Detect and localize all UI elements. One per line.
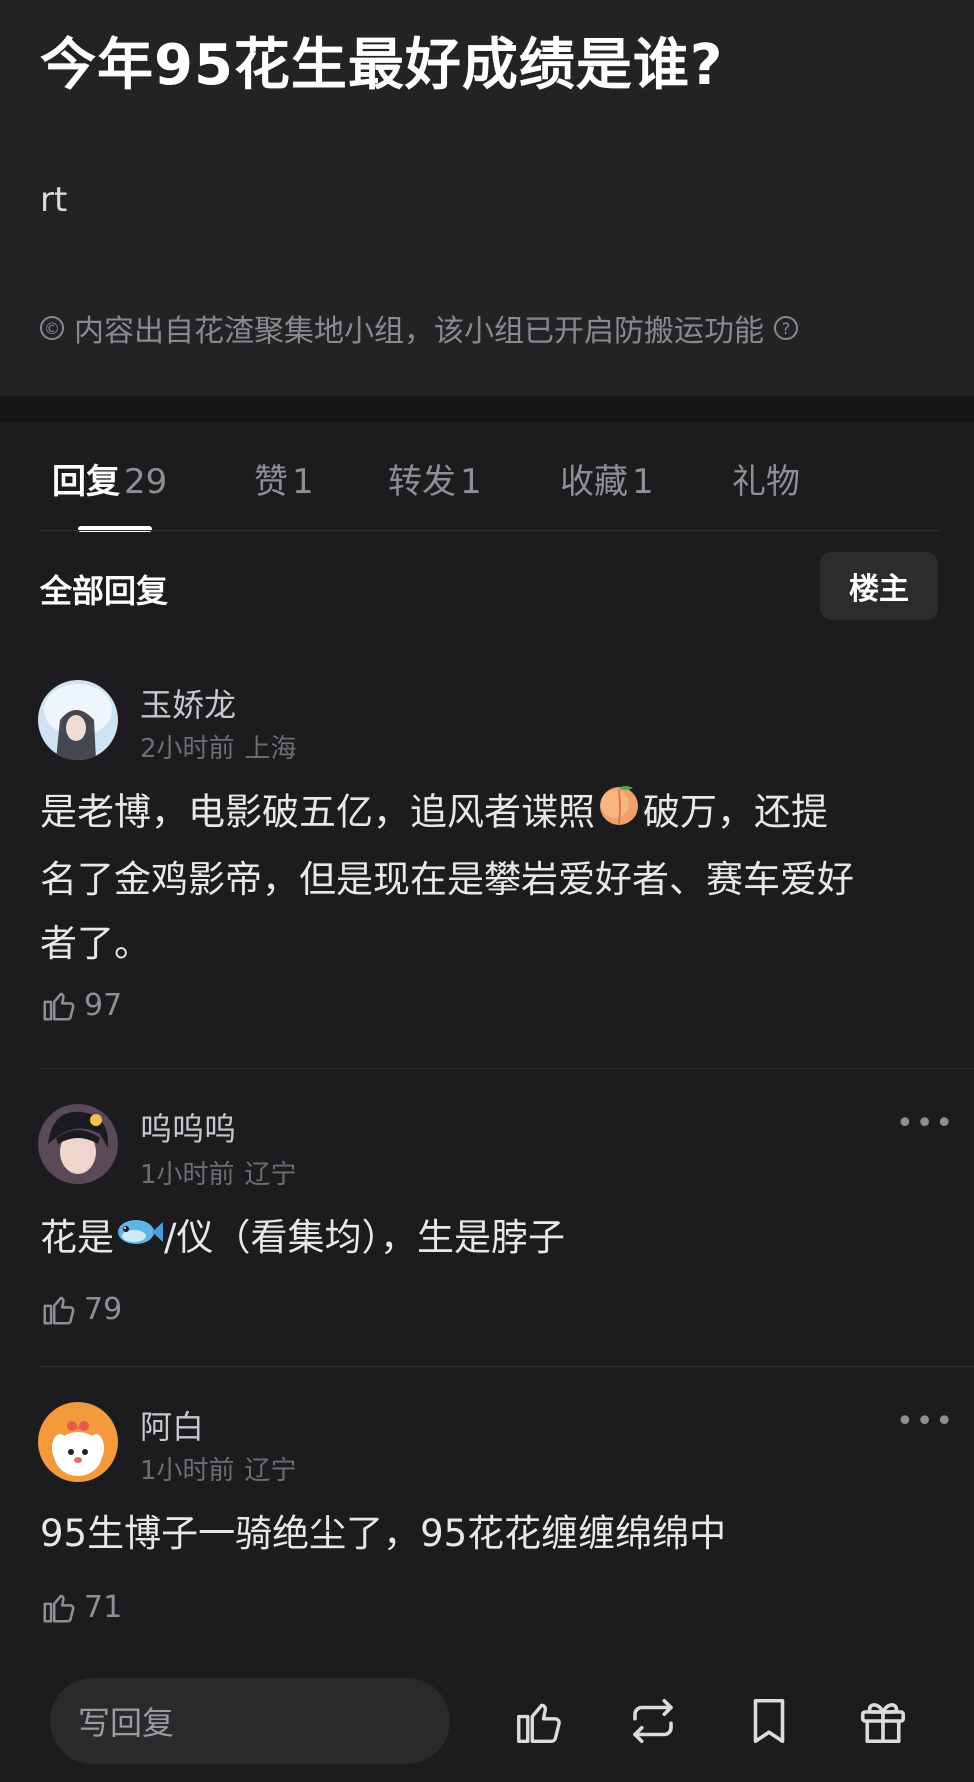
bottom-action-bar: 写回复 [0, 1660, 974, 1782]
like-icon[interactable] [512, 1694, 566, 1748]
tab-favorites-count: 1 [632, 462, 654, 502]
tab-reposts-count: 1 [460, 462, 482, 502]
like-count: 97 [84, 987, 123, 1023]
tab-reposts-label: 转发 [388, 462, 456, 502]
reply-location: 辽宁 [244, 1456, 297, 1486]
post-body: rt [40, 180, 68, 220]
thumbs-up-icon [43, 992, 75, 1021]
op-only-button[interactable]: 楼主 [820, 552, 938, 620]
reply-location: 辽宁 [244, 1160, 297, 1190]
reply-content-line: 者了。 [40, 922, 151, 965]
peach-emoji [595, 780, 643, 848]
reply-input[interactable]: 写回复 [50, 1678, 450, 1764]
reply-content-line: 破万，还提 [643, 790, 828, 834]
thumbs-up-icon [43, 1594, 75, 1623]
like-count: 71 [84, 1589, 123, 1625]
avatar-image [38, 1402, 118, 1482]
copyright-icon: © [40, 316, 64, 340]
tab-likes-label: 赞 [254, 462, 288, 502]
tab-replies[interactable]: 回复 29 [52, 454, 167, 503]
question-circle-icon[interactable]: ? [774, 316, 798, 340]
tab-gifts[interactable]: 礼物 [732, 454, 800, 503]
reply-time: 2小时前 [140, 734, 235, 764]
source-note: © 内容出自花渣聚集地小组，该小组已开启防搬运功能 ? [40, 306, 798, 350]
avatar[interactable] [38, 1104, 118, 1184]
tab-favorites[interactable]: 收藏 1 [560, 454, 654, 503]
more-options-icon[interactable]: ••• [896, 1106, 955, 1141]
reply-content-line: 是老博，电影破五亿，追风者谍照 [40, 790, 595, 834]
avatar[interactable] [38, 680, 118, 760]
reply-meta: 2小时前 上海 [140, 728, 297, 765]
reply-content: 花是/仪（看集均），生是脖子 [40, 1206, 940, 1272]
username[interactable]: 玉娇龙 [140, 680, 236, 726]
post-title: 今年95花生最好成绩是谁? [40, 33, 724, 98]
reply-time: 1小时前 [140, 1456, 235, 1486]
tab-favorites-label: 收藏 [560, 462, 628, 502]
username[interactable]: 阿白 [140, 1402, 204, 1448]
reply-divider [40, 1068, 974, 1069]
reply-content-text: 花是 [40, 1216, 114, 1259]
reply-meta: 1小时前 辽宁 [140, 1154, 297, 1191]
post-header: 今年95花生最好成绩是谁? rt © 内容出自花渣聚集地小组，该小组已开启防搬运… [0, 0, 974, 396]
like-button[interactable]: 79 [40, 1290, 122, 1328]
tab-reposts[interactable]: 转发 1 [388, 454, 482, 503]
fish-emoji [114, 1208, 164, 1272]
all-replies-label: 全部回复 [40, 572, 169, 610]
reply-divider [40, 1366, 974, 1367]
reply-time: 1小时前 [140, 1160, 235, 1190]
like-count: 79 [84, 1291, 123, 1327]
reply-meta: 1小时前 辽宁 [140, 1450, 297, 1487]
repost-icon[interactable] [626, 1694, 680, 1748]
reply-content: 是老博，电影破五亿，追风者谍照 破万，还提 名了金鸡影帝，但是现在是攀岩爱好者、赛… [40, 780, 940, 976]
bookmark-icon[interactable] [742, 1694, 796, 1748]
reply-content: 95生博子一骑绝尘了，95花花缠缠绵绵中 [40, 1512, 727, 1555]
avatar-image [38, 680, 118, 760]
username[interactable]: 呜呜呜 [140, 1104, 236, 1150]
tab-replies-label: 回复 [52, 462, 120, 502]
reply-content-line: 名了金鸡影帝，但是现在是攀岩爱好者、赛车爱好 [40, 858, 854, 901]
like-button[interactable]: 97 [40, 986, 122, 1024]
source-note-text: 内容出自花渣聚集地小组，该小组已开启防搬运功能 [74, 314, 764, 349]
more-options-icon[interactable]: ••• [896, 1404, 955, 1439]
section-divider [0, 396, 974, 422]
reply-content-text: /仪（看集均），生是脖子 [164, 1216, 565, 1259]
active-tab-indicator [78, 526, 152, 532]
like-button[interactable]: 71 [40, 1588, 122, 1626]
post-tabs: 回复 29 赞1 转发 1 收藏 1 礼物 [0, 422, 974, 532]
avatar-image [38, 1104, 118, 1184]
tab-replies-count: 29 [124, 462, 168, 502]
reply-location: 上海 [244, 734, 297, 764]
tabs-divider [40, 530, 940, 531]
thumbs-up-icon [43, 1296, 75, 1325]
tab-likes[interactable]: 赞1 [254, 454, 314, 503]
tab-likes-count: 1 [292, 462, 314, 502]
gift-icon[interactable] [856, 1694, 910, 1748]
tab-gifts-label: 礼物 [732, 462, 800, 502]
avatar[interactable] [38, 1402, 118, 1482]
